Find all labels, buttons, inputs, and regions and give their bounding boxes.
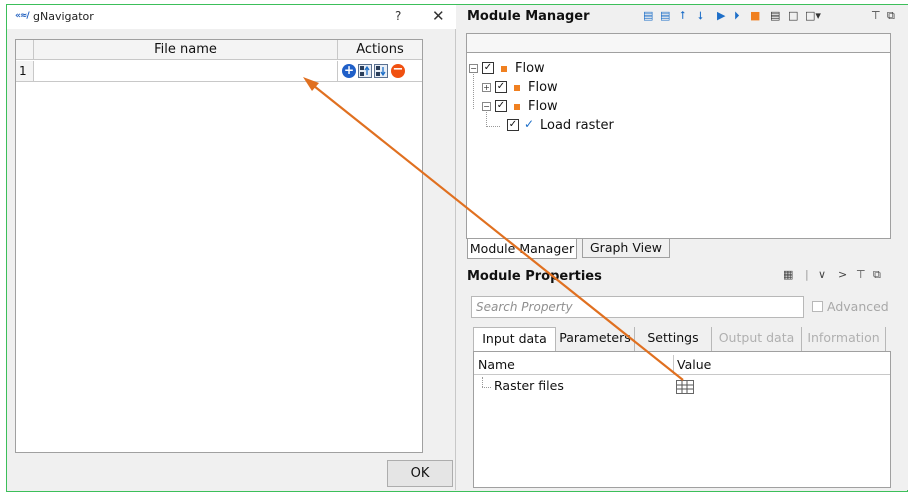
tab-output-data: Output data — [712, 327, 802, 351]
move-up-icon[interactable] — [358, 64, 372, 78]
tab-input-data[interactable]: Input data — [473, 327, 556, 352]
separator: | — [805, 268, 809, 281]
files-table: File name Actions 1 + − — [15, 39, 423, 453]
module-manager-panel: Module Manager ▤ ▤ ⭡ ⭣ ▶ ⏵ ■ ▤ □ □▾ ⊤ ⧉ … — [457, 5, 908, 490]
row-actions-cell: + − — [338, 61, 422, 82]
remove-module-icon[interactable]: ▤ — [660, 9, 670, 22]
chevron-right-icon[interactable]: > — [838, 268, 847, 281]
pin-icon[interactable]: ⊤ — [856, 268, 866, 281]
module-filter-bar[interactable] — [466, 33, 891, 53]
tree-item-label: Flow — [515, 61, 545, 76]
search-property-input[interactable]: Search Property — [471, 296, 804, 318]
help-book-icon[interactable]: ▦ — [783, 268, 793, 281]
flow-marker-icon — [501, 66, 507, 72]
module-properties-toolbar: ▦ | ∨ > ⊤ ⧉ — [783, 268, 903, 284]
float-icon[interactable]: ⧉ — [887, 9, 895, 23]
flow-marker-icon — [514, 104, 520, 110]
checkbox-checked-icon[interactable]: ✓ — [495, 100, 507, 112]
property-name-raster-files: Raster files — [494, 378, 564, 393]
app-logo-icon: «≈/ — [15, 11, 30, 21]
pin-icon[interactable]: ⊤ — [871, 9, 881, 22]
checkbox-checked-icon[interactable]: ✓ — [482, 62, 494, 74]
tab-graph-view[interactable]: Graph View — [582, 238, 670, 258]
ok-button[interactable]: OK — [387, 460, 453, 487]
module-tree: − ✓ Flow + ✓ Flow − ✓ Flow ✓ ✓ Load rast… — [466, 53, 891, 239]
tree-item-label: Load raster — [540, 118, 614, 133]
collapse-icon[interactable]: − — [482, 102, 491, 111]
tab-parameters[interactable]: Parameters — [556, 327, 635, 351]
close-icon[interactable]: ✕ — [432, 7, 445, 25]
advanced-label: Advanced — [827, 299, 889, 314]
add-module-icon[interactable]: ▤ — [643, 9, 653, 22]
tree-item-label: Flow — [528, 80, 558, 95]
table-icon[interactable] — [676, 380, 694, 394]
checkbox-checked-icon[interactable]: ✓ — [495, 81, 507, 93]
table-corner[interactable] — [16, 40, 34, 60]
check-mark-icon: ✓ — [524, 117, 535, 131]
module-manager-toolbar: ▤ ▤ ⭡ ⭣ ▶ ⏵ ■ ▤ □ □▾ ⊤ ⧉ — [643, 9, 905, 25]
new-icon[interactable]: □ — [788, 9, 798, 22]
dialog-title: gNavigator — [33, 10, 94, 23]
list-icon[interactable]: ▤ — [770, 9, 780, 22]
move-down-icon[interactable] — [374, 64, 388, 78]
flow-marker-icon — [514, 85, 520, 91]
column-header-file-name[interactable]: File name — [34, 40, 338, 60]
collapse-icon[interactable]: − — [469, 64, 478, 73]
expand-icon[interactable]: + — [482, 83, 491, 92]
chevron-down-icon[interactable]: ∨ — [818, 268, 826, 281]
gnavigator-dialog: «≈/ gNavigator ? ✕ File name Actions 1 +… — [7, 5, 456, 490]
tree-item-label: Flow — [528, 99, 558, 114]
tab-information: Information — [802, 327, 886, 351]
move-down-icon[interactable]: ⭣ — [698, 9, 703, 23]
module-properties-title: Module Properties — [467, 269, 602, 284]
advanced-checkbox[interactable] — [812, 301, 823, 312]
help-icon[interactable]: ? — [395, 9, 401, 23]
column-header-actions[interactable]: Actions — [338, 40, 422, 60]
run-icon[interactable]: ▶ — [717, 9, 725, 22]
tab-module-manager[interactable]: Module Manager — [467, 239, 577, 259]
new-menu-icon[interactable]: □▾ — [805, 9, 821, 22]
module-manager-title: Module Manager — [467, 9, 590, 24]
remove-icon[interactable]: − — [391, 63, 405, 78]
column-header-name[interactable]: Name — [474, 355, 674, 375]
properties-grid: Name Value Raster files — [473, 351, 891, 488]
add-icon[interactable]: + — [342, 64, 356, 78]
gnavigator-title-bar: «≈/ gNavigator ? ✕ — [7, 5, 456, 29]
stop-icon[interactable]: ■ — [750, 9, 760, 22]
move-up-icon[interactable]: ⭡ — [680, 9, 685, 23]
checkbox-checked-icon[interactable]: ✓ — [507, 119, 519, 131]
file-name-cell[interactable] — [34, 61, 338, 82]
tab-settings[interactable]: Settings — [635, 327, 712, 351]
row-number[interactable]: 1 — [16, 61, 34, 82]
float-icon[interactable]: ⧉ — [873, 268, 881, 282]
run-step-icon[interactable]: ⏵ — [734, 9, 740, 23]
column-header-value[interactable]: Value — [674, 355, 890, 375]
